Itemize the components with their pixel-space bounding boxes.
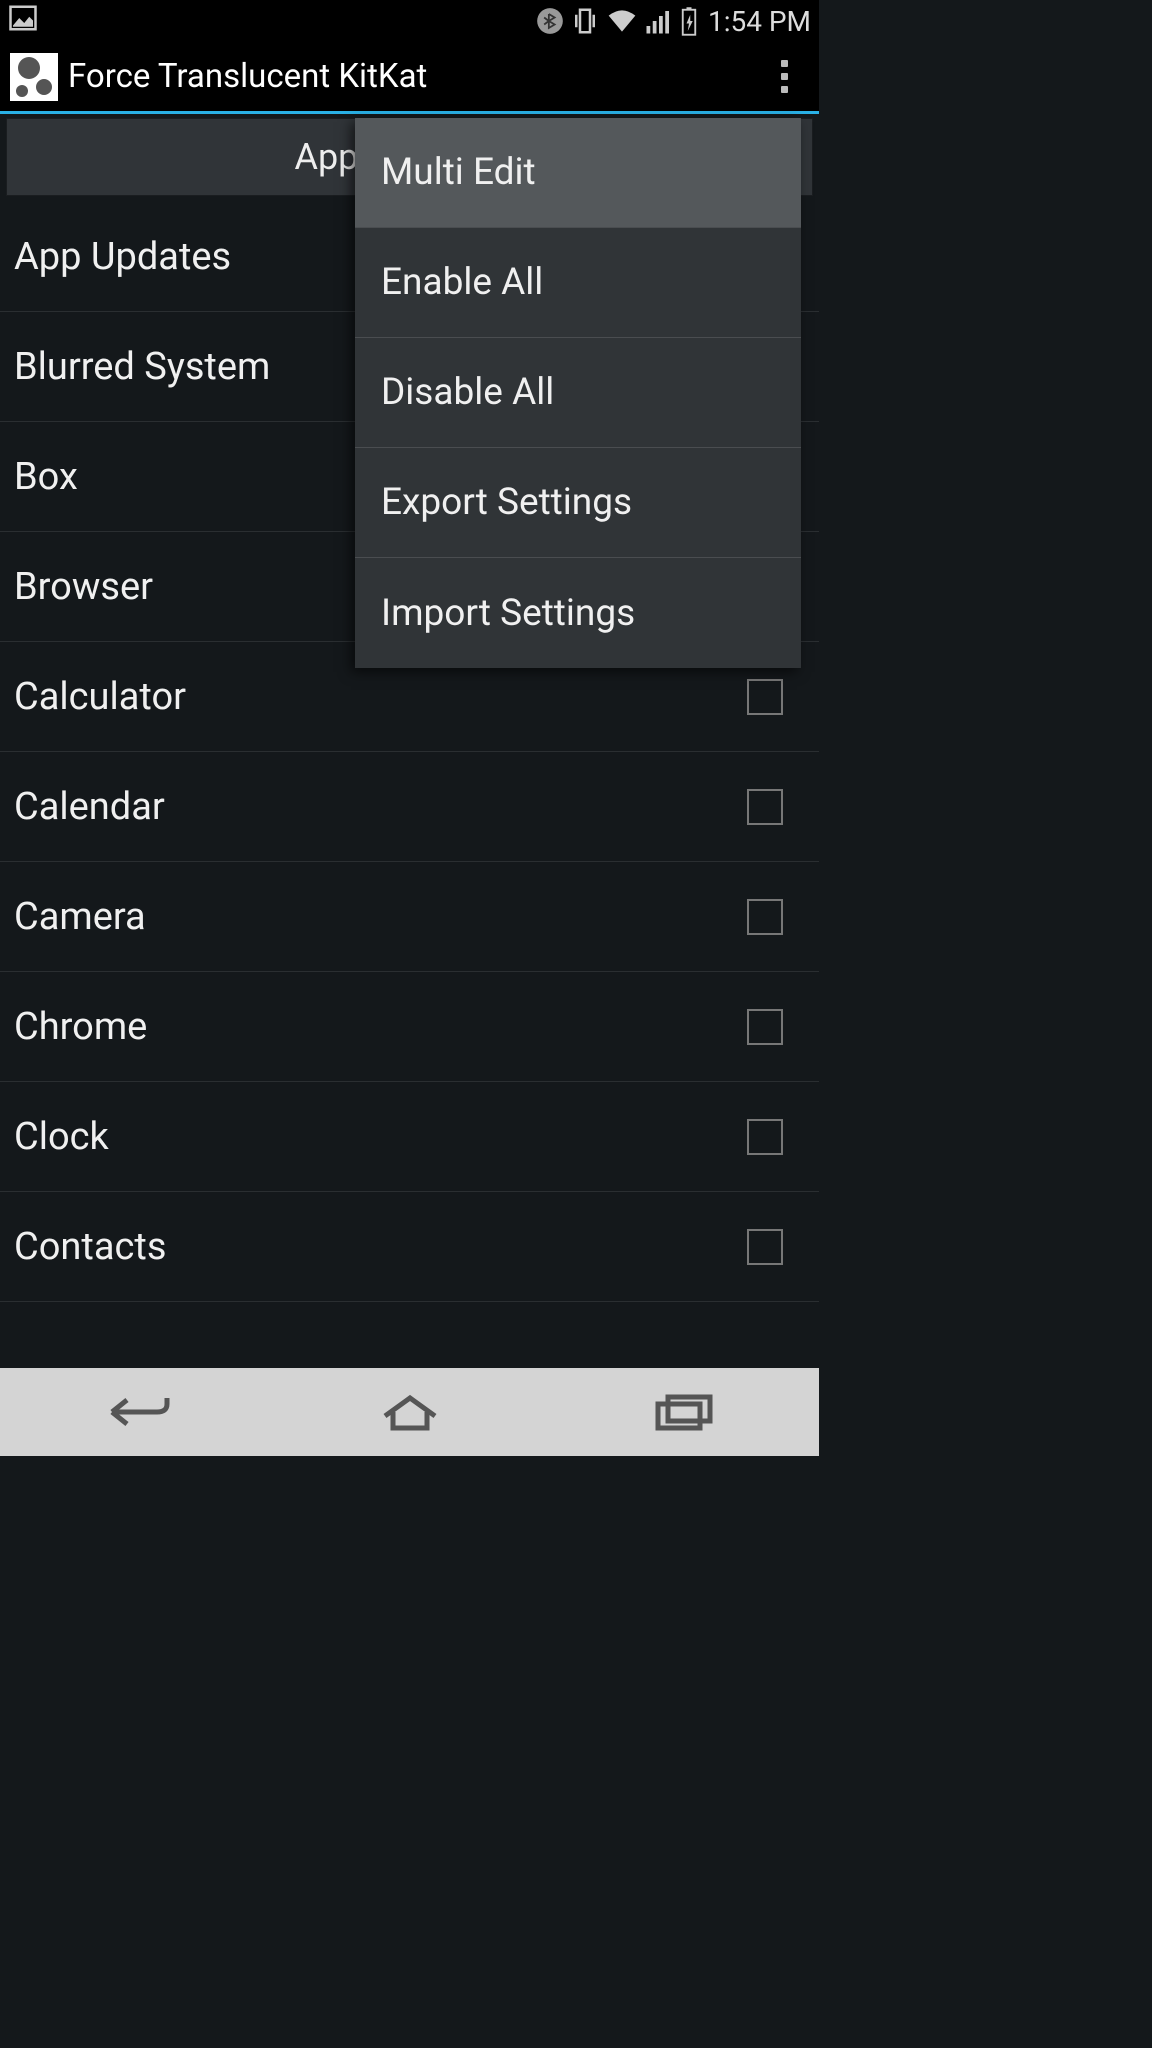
app-row-label: Camera xyxy=(14,895,747,939)
battery-charging-icon xyxy=(680,6,698,36)
app-row[interactable]: Camera xyxy=(0,862,819,972)
overflow-menu-button[interactable] xyxy=(759,52,809,102)
status-bar: 1:54 PM xyxy=(0,0,819,42)
app-row-label: Calendar xyxy=(14,785,747,829)
signal-icon xyxy=(644,6,674,36)
app-title: Force Translucent KitKat xyxy=(68,57,759,96)
menu-item-multi-edit[interactable]: Multi Edit xyxy=(355,118,801,228)
app-checkbox[interactable] xyxy=(747,679,783,715)
bluetooth-icon xyxy=(536,7,564,35)
overflow-icon xyxy=(781,60,788,93)
app-row-label: Calculator xyxy=(14,675,747,719)
menu-item-export-settings[interactable]: Export Settings xyxy=(355,448,801,558)
menu-item-enable-all[interactable]: Enable All xyxy=(355,228,801,338)
nav-back-button[interactable] xyxy=(0,1368,273,1456)
nav-recents-button[interactable] xyxy=(546,1368,819,1456)
app-row[interactable]: Chrome xyxy=(0,972,819,1082)
app-checkbox[interactable] xyxy=(747,899,783,935)
vibrate-icon xyxy=(570,6,600,36)
app-row-label: Clock xyxy=(14,1115,747,1159)
menu-item-import-settings[interactable]: Import Settings xyxy=(355,558,801,668)
back-icon xyxy=(97,1390,177,1434)
app-row-label: Contacts xyxy=(14,1225,747,1269)
gallery-icon xyxy=(8,3,38,33)
navigation-bar xyxy=(0,1368,819,1456)
wifi-icon xyxy=(606,5,638,37)
app-checkbox[interactable] xyxy=(747,1229,783,1265)
menu-item-disable-all[interactable]: Disable All xyxy=(355,338,801,448)
home-icon xyxy=(375,1390,445,1434)
app-row[interactable]: Calendar xyxy=(0,752,819,862)
status-time: 1:54 PM xyxy=(708,5,811,38)
app-checkbox[interactable] xyxy=(747,1119,783,1155)
overflow-popup-menu: Multi Edit Enable All Disable All Export… xyxy=(355,118,801,668)
app-row[interactable]: Clock xyxy=(0,1082,819,1192)
app-checkbox[interactable] xyxy=(747,1009,783,1045)
app-checkbox[interactable] xyxy=(747,789,783,825)
nav-home-button[interactable] xyxy=(273,1368,546,1456)
app-row[interactable]: Contacts xyxy=(0,1192,819,1302)
app-row-label: Chrome xyxy=(14,1005,747,1049)
recents-icon xyxy=(646,1390,720,1434)
app-icon xyxy=(10,53,58,101)
action-bar: Force Translucent KitKat xyxy=(0,42,819,114)
